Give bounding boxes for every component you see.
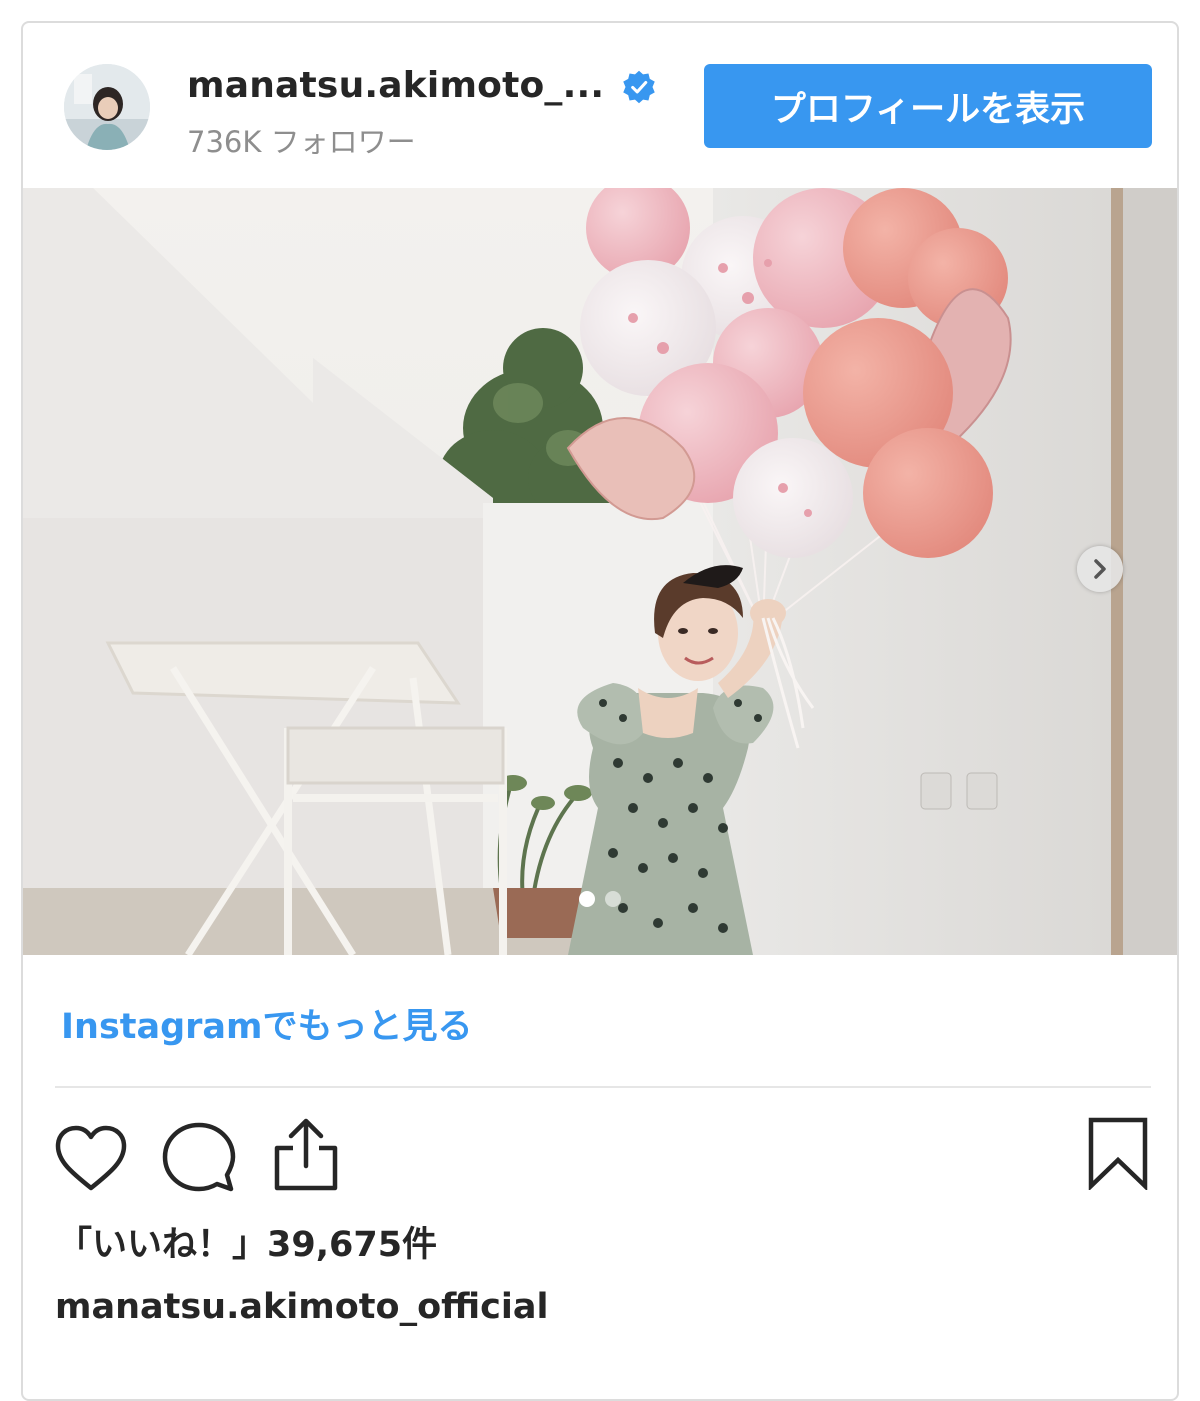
share-icon bbox=[274, 1118, 338, 1191]
comment-button[interactable] bbox=[161, 1121, 237, 1201]
carousel-dot-active bbox=[579, 891, 595, 907]
photo-illustration bbox=[23, 188, 1177, 955]
save-button[interactable] bbox=[1087, 1116, 1149, 1194]
post-header: manatsu.akimoto_... 736K フォロワー プロフィールを表示 bbox=[23, 23, 1177, 188]
comment-icon bbox=[162, 1122, 236, 1192]
caption-username[interactable]: manatsu.akimoto_official bbox=[55, 1287, 549, 1327]
instagram-embed-card: manatsu.akimoto_... 736K フォロワー プロフィールを表示 bbox=[21, 21, 1179, 1401]
heart-icon bbox=[55, 1125, 127, 1191]
view-profile-button[interactable]: プロフィールを表示 bbox=[704, 64, 1152, 148]
carousel-dot bbox=[605, 891, 621, 907]
avatar-image bbox=[64, 64, 150, 150]
divider bbox=[55, 1086, 1151, 1088]
post-photo[interactable] bbox=[23, 188, 1177, 955]
share-button[interactable] bbox=[271, 1116, 341, 1196]
avatar[interactable] bbox=[64, 64, 150, 150]
carousel-indicator bbox=[579, 891, 621, 907]
view-more-on-instagram-link[interactable]: Instagramでもっと見る bbox=[61, 998, 473, 1049]
username[interactable]: manatsu.akimoto_... bbox=[187, 65, 604, 106]
like-count: 「いいね！」39,675件 bbox=[57, 1225, 438, 1265]
like-button[interactable] bbox=[53, 1124, 129, 1198]
bookmark-icon bbox=[1088, 1117, 1148, 1192]
follower-count: 736K フォロワー bbox=[187, 125, 416, 159]
verified-badge-icon bbox=[623, 70, 655, 104]
chevron-right-icon bbox=[1094, 559, 1106, 579]
carousel-next-button[interactable] bbox=[1077, 546, 1123, 592]
